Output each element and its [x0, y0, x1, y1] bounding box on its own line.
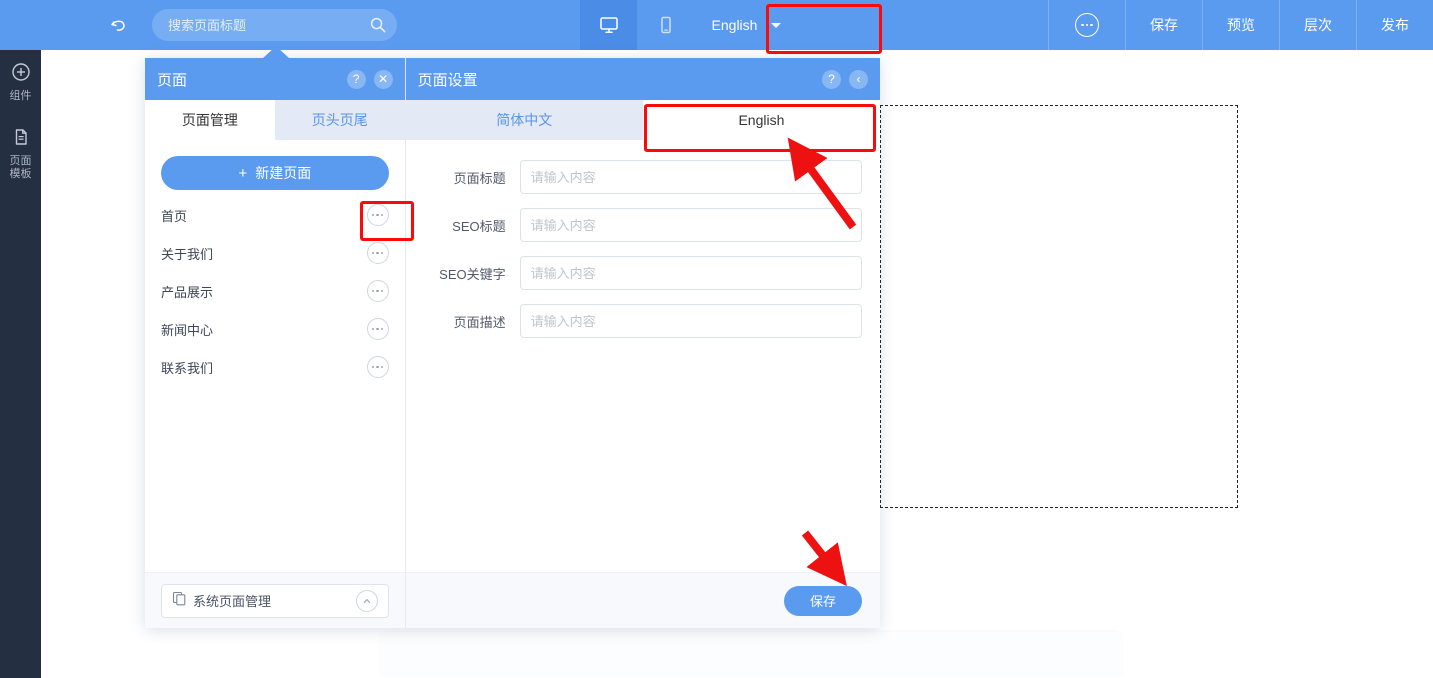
save-action-button[interactable]: 保存: [1125, 0, 1202, 50]
field-row-seo-title: SEO标题: [412, 208, 862, 242]
page-list-body: + 新建页面 首页 关于我们 产品展示 新闻中心 联系我们: [145, 140, 405, 572]
rail-item-page-templates[interactable]: 页面 模板: [0, 127, 41, 181]
undo-arrow-icon: [111, 20, 125, 31]
language-tabs: 简体中文 English: [405, 100, 881, 140]
toolbar-left-group: [0, 0, 580, 50]
toolbar-actions: 保存 预览 层次 发布: [1048, 0, 1433, 50]
language-selected-label: English: [711, 17, 758, 33]
page-panel-title: 页面: [157, 71, 188, 89]
save-button[interactable]: 保存: [784, 585, 862, 616]
tab-header-footer[interactable]: 页头页尾: [274, 100, 405, 140]
page-panel-tabs: 页面管理 页头页尾: [145, 100, 405, 140]
seo-keywords-input[interactable]: [519, 256, 862, 290]
device-desktop-button[interactable]: [580, 0, 637, 50]
page-name: 产品展示: [161, 284, 214, 300]
document-icon: [11, 127, 31, 152]
desktop-monitor-icon: [599, 17, 618, 33]
question-mark-icon[interactable]: ?: [346, 69, 366, 89]
page-list-item-about[interactable]: 关于我们: [161, 234, 389, 272]
top-toolbar: English 保存 预览 层次 发布: [0, 0, 1433, 50]
canvas-page-outline: [880, 105, 1238, 508]
canvas-bottom-strip: [380, 632, 1122, 676]
rail-label-components: 组件: [9, 90, 32, 102]
language-selector[interactable]: English: [694, 0, 799, 50]
chevron-left-icon[interactable]: ‹: [849, 69, 868, 89]
layers-action-button[interactable]: 层次: [1279, 0, 1356, 50]
field-label-seo-keywords: SEO关键字: [439, 266, 506, 282]
page-menu-dots-icon[interactable]: [366, 318, 389, 340]
search-box[interactable]: [152, 9, 397, 41]
rail-label-line1: 页面: [9, 155, 32, 167]
plus-circle-icon: [11, 62, 31, 87]
rail-label-page-templates: 页面 模板: [7, 155, 35, 181]
more-dots-icon: [1075, 13, 1099, 37]
page-list-item-home[interactable]: 首页: [161, 196, 389, 234]
close-x-icon[interactable]: ✕: [373, 69, 393, 89]
field-row-page-description: 页面描述: [412, 304, 862, 338]
rail-item-components[interactable]: 组件: [0, 62, 41, 103]
page-list-item-products[interactable]: 产品展示: [161, 272, 389, 310]
device-mobile-button[interactable]: [637, 0, 694, 50]
settings-form-body: 页面标题 SEO标题 SEO关键字 页面描述: [405, 140, 880, 572]
tab-simplified-chinese[interactable]: 简体中文: [405, 100, 643, 140]
page-settings-panel: 页面设置 ? ‹ 简体中文 English 页面标题 SEO标题 SEO关键字: [405, 58, 881, 628]
field-label-page-title: 页面标题: [453, 170, 506, 186]
settings-panel-header: 页面设置 ? ‹: [405, 58, 880, 100]
page-menu-dots-icon[interactable]: [366, 280, 389, 302]
chevron-up-icon[interactable]: [355, 589, 378, 612]
more-options-button[interactable]: [1048, 0, 1125, 50]
settings-panel-title: 页面设置: [417, 71, 478, 89]
page-title-input[interactable]: [519, 160, 862, 194]
settings-form: 页面标题 SEO标题 SEO关键字 页面描述: [406, 140, 880, 338]
field-label-seo-title: SEO标题: [452, 218, 506, 234]
page-menu-dots-icon[interactable]: [366, 204, 389, 226]
chevron-down-icon: [771, 22, 782, 28]
field-row-page-title: 页面标题: [412, 160, 862, 194]
new-page-label: 新建页面: [255, 165, 312, 181]
page-name: 新闻中心: [161, 322, 214, 338]
system-page-management-button[interactable]: 系统页面管理: [161, 583, 389, 618]
page-panel-footer: 系统页面管理: [145, 572, 405, 628]
page-list-item-news[interactable]: 新闻中心: [161, 310, 389, 348]
settings-panel-footer: 保存: [405, 572, 880, 628]
field-row-seo-keywords: SEO关键字: [412, 256, 862, 290]
page-name: 首页: [161, 208, 188, 224]
search-icon[interactable]: [369, 16, 387, 34]
page-menu-dots-icon[interactable]: [366, 242, 389, 264]
page-settings-dialog: 页面 ? ✕ 页面管理 页头页尾 + 新建页面 首页 关于我们 产品展示 新闻中…: [145, 58, 881, 628]
page-name: 联系我们: [161, 360, 214, 376]
field-label-page-description: 页面描述: [453, 314, 506, 330]
pages-copy-icon: [172, 591, 187, 611]
page-panel-header: 页面 ? ✕: [145, 58, 405, 100]
rail-label-line2: 模板: [9, 168, 32, 180]
page-name: 关于我们: [161, 246, 214, 262]
page-description-input[interactable]: [519, 304, 862, 338]
system-page-management-label: 系统页面管理: [193, 594, 272, 609]
tab-english[interactable]: English: [642, 100, 881, 140]
tab-page-management[interactable]: 页面管理: [145, 100, 275, 140]
publish-action-button[interactable]: 发布: [1356, 0, 1433, 50]
page-list-item-contact[interactable]: 联系我们: [161, 348, 389, 386]
seo-title-input[interactable]: [519, 208, 862, 242]
preview-action-button[interactable]: 预览: [1202, 0, 1279, 50]
left-rail: 组件 页面 模板: [0, 50, 41, 678]
new-page-button[interactable]: + 新建页面: [161, 156, 389, 190]
device-switch-group: English: [580, 0, 799, 50]
page-menu-dots-icon[interactable]: [366, 356, 389, 378]
undo-button[interactable]: [104, 10, 134, 40]
plus-icon: +: [238, 164, 248, 182]
question-mark-icon[interactable]: ?: [822, 69, 841, 89]
page-manager-panel: 页面 ? ✕ 页面管理 页头页尾 + 新建页面 首页 关于我们 产品展示 新闻中…: [145, 58, 406, 628]
panel-pointer-caret: [262, 46, 290, 59]
search-input[interactable]: [152, 9, 397, 41]
mobile-phone-icon: [660, 16, 671, 34]
